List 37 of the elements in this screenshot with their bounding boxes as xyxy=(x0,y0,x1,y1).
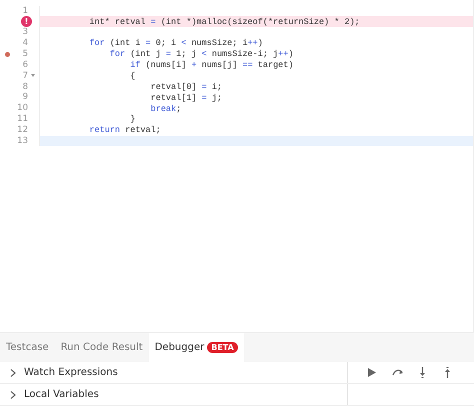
code-line: } xyxy=(129,114,136,124)
step-out-icon[interactable] xyxy=(442,367,453,378)
code-line: break; xyxy=(150,104,182,114)
line-number: 7 xyxy=(22,72,28,80)
code-line: int* retval = (int *)malloc(sizeof(*returnSize) * 2); xyxy=(88,16,360,27)
chevron-icon xyxy=(10,368,16,376)
line-number: 12 xyxy=(17,126,28,134)
line-number: 11 xyxy=(17,115,28,124)
line-number: 9 xyxy=(22,93,28,102)
code-line: retval[0] = i; xyxy=(150,82,222,92)
code-line: for (int i = 0; i < numsSize; i++) xyxy=(88,38,263,48)
step-into-icon[interactable] xyxy=(417,367,428,378)
code-line: return retval; xyxy=(88,125,161,136)
error-marker: ! xyxy=(21,16,32,28)
tab[interactable]: Debugger BETA xyxy=(148,333,244,362)
breakpoint-icon[interactable] xyxy=(5,52,10,57)
line-number: 13 xyxy=(17,136,28,146)
line-number: 3 xyxy=(22,28,28,37)
play-icon[interactable] xyxy=(367,367,378,378)
line-number: 4 xyxy=(22,39,28,48)
chevron-icon xyxy=(10,390,16,398)
code-line: for (int j = 1; j < numsSize-i; j++) xyxy=(108,49,294,60)
fold-icon[interactable] xyxy=(31,74,35,78)
line-number: 6 xyxy=(22,60,28,70)
code-line: retval[1] = j; xyxy=(150,92,222,103)
tab[interactable]: Testcase xyxy=(0,333,55,362)
code-line: if (nums[i] + nums[j] == target) xyxy=(129,60,294,70)
step-over-icon[interactable] xyxy=(392,367,403,378)
line-number: 1 xyxy=(22,6,28,16)
tab[interactable]: Run Code Result xyxy=(54,333,149,362)
line-number: 5 xyxy=(22,50,28,59)
line-number: 10 xyxy=(17,104,28,113)
section-header[interactable]: Watch Expressions xyxy=(0,365,118,380)
section-header[interactable]: Local Variables xyxy=(0,387,99,402)
line-number: 8 xyxy=(22,82,28,92)
beta-badge: BETA xyxy=(207,342,238,353)
code-line: { xyxy=(129,70,136,81)
